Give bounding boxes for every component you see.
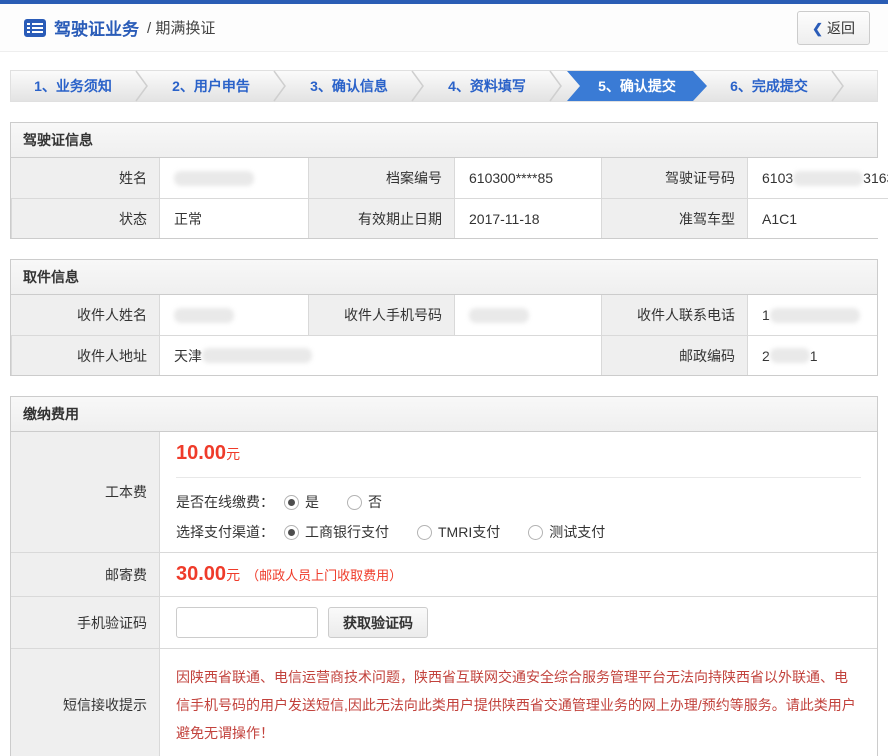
back-button-label: 返回 — [827, 20, 855, 36]
radio-checked-icon[interactable] — [284, 495, 299, 510]
expiry-label: 有效期止日期 — [308, 198, 454, 238]
zip-suffix: 1 — [810, 348, 818, 364]
mail-fee-cell: 30.00元 （邮政人员上门收取费用） — [159, 552, 877, 596]
captcha-label: 手机验证码 — [11, 596, 159, 648]
name-value — [159, 158, 308, 198]
work-fee-unit: 元 — [226, 446, 240, 462]
redacted-recipient — [174, 308, 234, 323]
phone-label: 收件人联系电话 — [601, 295, 747, 335]
step-tab-2[interactable]: 2、用户申告 — [149, 71, 273, 101]
redacted-address — [202, 348, 312, 363]
radio-unchecked-icon[interactable] — [347, 495, 362, 510]
zip-value: 2 1 — [747, 335, 877, 375]
pay-channel-label: 选择支付渠道： — [176, 522, 274, 542]
redacted-zip — [770, 348, 810, 363]
captcha-cell: 获取验证码 — [159, 596, 877, 648]
file-no-label: 档案编号 — [308, 158, 454, 198]
address-value: 天津 — [159, 335, 601, 375]
recipient-value — [159, 295, 308, 335]
redacted-license-no — [793, 171, 863, 186]
mail-fee-label: 邮寄费 — [11, 552, 159, 596]
recipient-label: 收件人姓名 — [11, 295, 159, 335]
mobile-value — [454, 295, 601, 335]
zip-prefix: 2 — [762, 348, 770, 364]
page-header: 驾驶证业务 / 期满换证 ❮ 返回 — [0, 4, 888, 52]
channel-icbc-label: 工商银行支付 — [305, 522, 389, 542]
step-tab-3[interactable]: 3、确认信息 — [287, 71, 411, 101]
online-pay-label: 是否在线缴费： — [176, 492, 274, 512]
vehicle-label: 准驾车型 — [601, 198, 747, 238]
name-label: 姓名 — [11, 158, 159, 198]
file-no-value: 610300****85 — [454, 158, 601, 198]
redacted-mobile — [469, 308, 529, 323]
section-title-pickup: 取件信息 — [11, 260, 877, 295]
step-separator-icon — [273, 70, 287, 102]
step-separator-icon — [135, 70, 149, 102]
step-separator-icon — [549, 70, 563, 102]
radio-checked-icon[interactable] — [284, 525, 299, 540]
expiry-value: 2017-11-18 — [454, 198, 601, 238]
sms-notice-label: 短信接收提示 — [11, 648, 159, 756]
step-tab-6[interactable]: 6、完成提交 — [707, 71, 831, 101]
channel-test-option[interactable]: 测试支付 — [528, 522, 605, 542]
radio-unchecked-icon[interactable] — [528, 525, 543, 540]
online-pay-no-label: 否 — [368, 492, 382, 512]
redacted-name — [174, 171, 254, 186]
get-captcha-button[interactable]: 获取验证码 — [328, 607, 428, 638]
status-label: 状态 — [11, 198, 159, 238]
section-license-info: 驾驶证信息 姓名 档案编号 610300****85 驾驶证号码 6103 31… — [10, 122, 878, 239]
mail-fee-amount: 30.00 — [176, 563, 226, 585]
address-label: 收件人地址 — [11, 335, 159, 375]
channel-tmri-option[interactable]: TMRI支付 — [417, 522, 500, 542]
work-fee-cell: 10.00元 是否在线缴费： 是 否 选择支付渠道： 工商银行支付 — [159, 432, 877, 552]
license-no-prefix: 6103 — [762, 170, 793, 186]
back-button[interactable]: ❮ 返回 — [797, 11, 870, 45]
section-pickup-info: 取件信息 收件人姓名 收件人手机号码 收件人联系电话 1 收件人地址 天津 邮政… — [10, 259, 878, 376]
channel-tmri-label: TMRI支付 — [438, 522, 500, 542]
license-card-icon — [24, 19, 46, 37]
pay-channel-line: 选择支付渠道： 工商银行支付 TMRI支付 测试支付 — [176, 522, 861, 542]
step-progress-bar: 1、业务须知 2、用户申告 3、确认信息 4、资料填写 5、确认提交 6、完成提… — [10, 70, 878, 102]
fee-divider — [176, 477, 861, 478]
step-bar-filler — [845, 71, 877, 101]
zip-label: 邮政编码 — [601, 335, 747, 375]
step-separator-icon — [831, 70, 845, 102]
captcha-input[interactable] — [176, 607, 318, 638]
sms-notice-text: 因陕西省联通、电信运营商技术问题，陕西省互联网交通安全综合服务管理平台无法向持陕… — [176, 659, 861, 751]
channel-test-label: 测试支付 — [549, 522, 605, 542]
back-chevron-icon: ❮ — [812, 21, 823, 36]
section-title-fees: 缴纳费用 — [11, 397, 877, 432]
radio-unchecked-icon[interactable] — [417, 525, 432, 540]
work-fee-amount: 10.00 — [176, 442, 226, 464]
step-tab-5-active[interactable]: 5、确认提交 — [567, 71, 707, 101]
work-fee-label: 工本费 — [11, 432, 159, 552]
sms-notice-cell: 因陕西省联通、电信运营商技术问题，陕西省互联网交通安全综合服务管理平台无法向持陕… — [159, 648, 877, 756]
phone-value: 1 — [747, 295, 877, 335]
phone-prefix: 1 — [762, 307, 770, 323]
license-no-value: 6103 3163X — [747, 158, 888, 198]
license-no-suffix: 3163X — [863, 170, 888, 186]
mail-fee-unit: 元 — [226, 567, 240, 583]
section-title-license: 驾驶证信息 — [11, 123, 877, 158]
license-no-label: 驾驶证号码 — [601, 158, 747, 198]
vehicle-value: A1C1 — [747, 198, 888, 238]
channel-icbc-option[interactable]: 工商银行支付 — [284, 522, 389, 542]
step-tab-4[interactable]: 4、资料填写 — [425, 71, 549, 101]
step-separator-icon — [411, 70, 425, 102]
online-pay-yes-option[interactable]: 是 — [284, 492, 319, 512]
online-pay-yes-label: 是 — [305, 492, 319, 512]
section-fees: 缴纳费用 工本费 10.00元 是否在线缴费： 是 否 选择支付渠道： — [10, 396, 878, 756]
step-tab-1[interactable]: 1、业务须知 — [11, 71, 135, 101]
redacted-phone — [770, 308, 860, 323]
online-pay-line: 是否在线缴费： 是 否 — [176, 492, 861, 512]
page-title: 驾驶证业务 — [54, 15, 139, 40]
status-value: 正常 — [159, 198, 308, 238]
breadcrumb: / 期满换证 — [147, 17, 215, 38]
address-prefix: 天津 — [174, 346, 202, 366]
mail-fee-note: （邮政人员上门收取费用） — [246, 568, 402, 583]
work-fee-amount-line: 10.00元 — [176, 442, 861, 465]
online-pay-no-option[interactable]: 否 — [347, 492, 382, 512]
mobile-label: 收件人手机号码 — [308, 295, 454, 335]
